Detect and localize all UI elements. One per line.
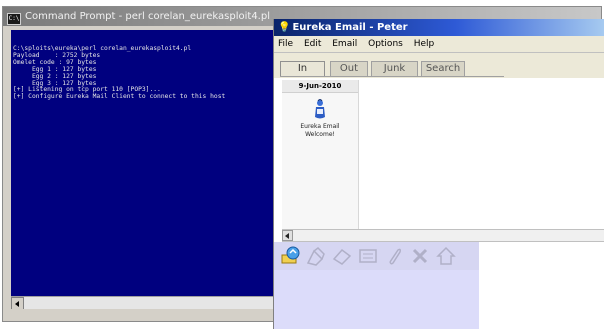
menu-edit[interactable]: Edit <box>300 36 325 52</box>
bulb-icon: 💡 <box>278 22 291 33</box>
tab-junk[interactable]: Junk <box>371 61 418 76</box>
email-toolbar <box>274 242 479 270</box>
compose-icon[interactable] <box>305 245 327 267</box>
tab-search[interactable]: Search <box>421 61 465 76</box>
tab-divider <box>280 76 504 77</box>
email-menubar: File Edit Email Options Help <box>274 36 604 52</box>
console-line: [+] Configure Eureka Mail Client to conn… <box>13 93 226 101</box>
eureka-email-window[interactable]: 💡 Eureka Email - Peter File Edit Email Op… <box>273 19 604 329</box>
console-horizontal-scrollbar[interactable] <box>11 296 273 310</box>
date-header: 9-Jun-2010 <box>282 80 358 93</box>
menu-email[interactable]: Email <box>328 36 361 52</box>
inbox-pane: 9-Jun-2010 Eureka Email Welcome! <box>274 78 604 229</box>
preview-pane-blank <box>479 242 604 329</box>
menu-file[interactable]: File <box>274 36 297 52</box>
console-status-strip <box>11 309 273 321</box>
command-prompt-title: Command Prompt - perl corelan_eurekasplo… <box>25 11 270 22</box>
message-sender: Eureka Email <box>300 123 340 130</box>
list-horizontal-scrollbar[interactable] <box>282 229 604 242</box>
preview-pane <box>274 270 479 329</box>
menu-help[interactable]: Help <box>410 36 439 52</box>
console-output[interactable]: C:\sploits\eureka\perl corelan_eurekaspl… <box>11 30 273 296</box>
address-book-icon[interactable] <box>357 245 379 267</box>
list-item[interactable]: Eureka Email Welcome! <box>282 93 358 139</box>
message-list[interactable]: 9-Jun-2010 Eureka Email Welcome! <box>282 80 359 229</box>
tab-out[interactable]: Out <box>330 61 368 76</box>
erase-icon[interactable] <box>331 245 353 267</box>
email-window-title: Eureka Email - Peter <box>292 22 408 33</box>
tab-in[interactable]: In <box>280 61 325 76</box>
scroll-left-button[interactable] <box>282 230 293 241</box>
menu-options[interactable]: Options <box>364 36 407 52</box>
delete-icon[interactable] <box>409 245 431 267</box>
home-icon[interactable] <box>435 245 457 267</box>
attach-icon[interactable] <box>383 245 405 267</box>
message-label: Eureka Email Welcome! <box>282 123 358 139</box>
check-mail-icon[interactable] <box>279 245 301 267</box>
envelope-icon <box>315 99 325 119</box>
email-titlebar[interactable]: 💡 Eureka Email - Peter <box>274 19 604 36</box>
cmd-icon: C:\ <box>7 13 21 25</box>
message-subject: Welcome! <box>305 131 335 138</box>
